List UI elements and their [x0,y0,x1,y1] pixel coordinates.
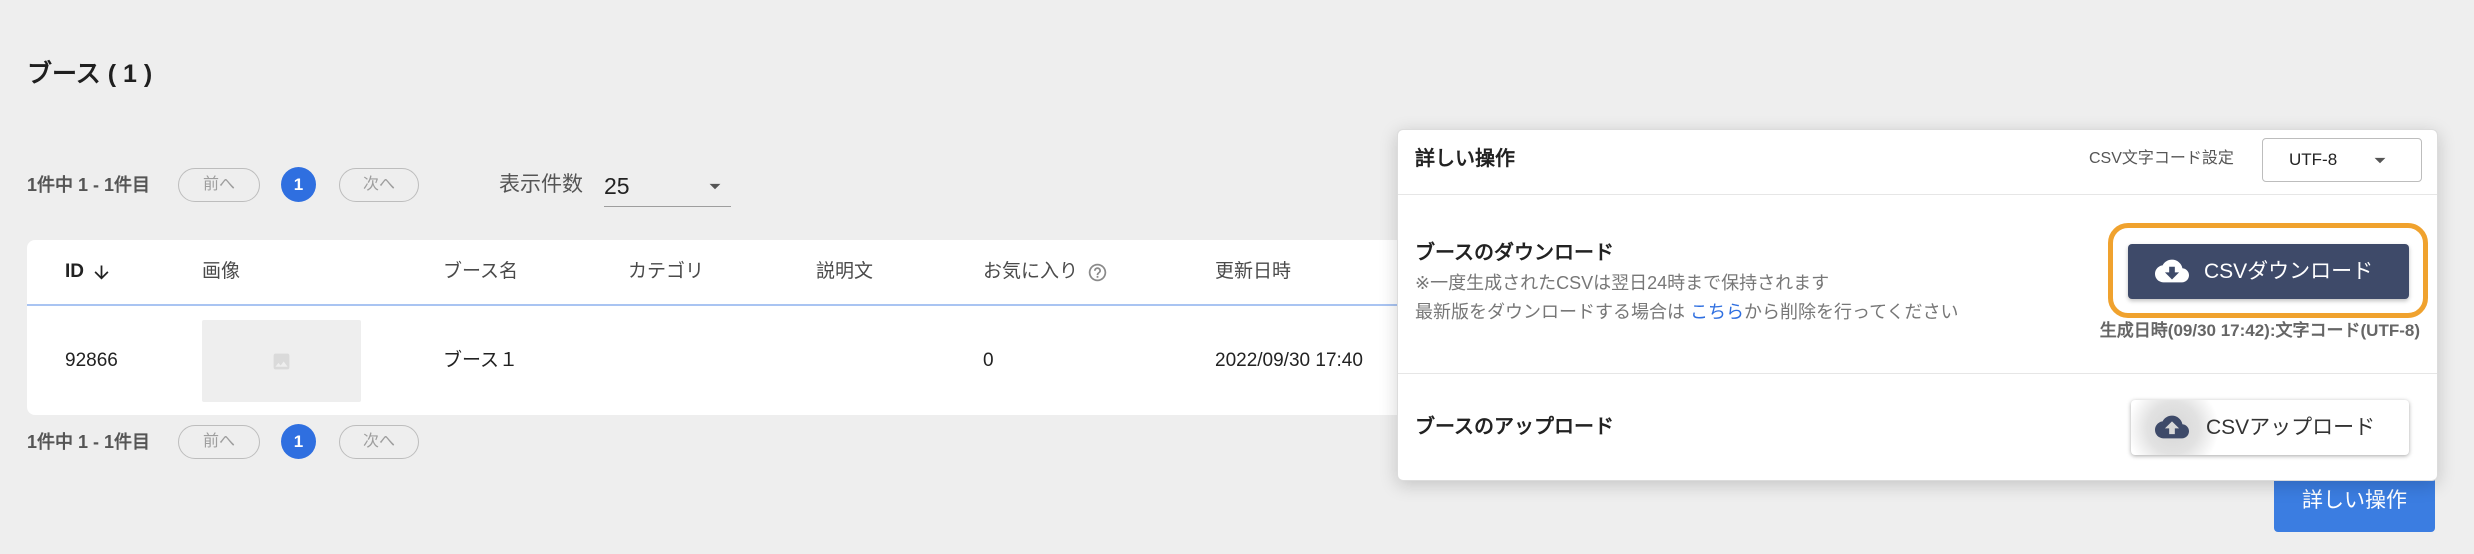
pagination-bottom: 1件中 1 - 1件目 前へ 1 次へ [0,424,780,460]
download-heading: ブースのダウンロード [1415,242,1614,264]
pagination-summary: 1件中 1 - 1件目 [27,175,151,195]
cell-favorites: 0 [983,350,994,371]
caret-down-icon [702,173,728,199]
csv-download-label: CSVダウンロード [2204,260,2374,283]
column-category[interactable]: カテゴリ [628,240,704,304]
divider [1398,373,2437,374]
encoding-value: UTF-8 [2289,150,2338,169]
column-updated-at[interactable]: 更新日時 [1215,240,1291,304]
pagination-summary: 1件中 1 - 1件目 [27,432,151,452]
encoding-select[interactable]: UTF-8 [2262,138,2422,182]
current-page-button[interactable]: 1 [281,424,316,459]
note-prefix: 最新版をダウンロードする場合は [1415,302,1690,322]
csv-upload-button[interactable]: CSVアップロード [2131,400,2409,455]
per-page-label: 表示件数 [499,173,583,196]
details-popup: 詳しい操作 CSV文字コード設定 UTF-8 ブースのダウンロード ※一度生成さ… [1397,129,2438,481]
per-page-select[interactable]: 25 [604,165,731,207]
column-favorites[interactable]: お気に入り [983,240,1078,304]
per-page-value: 25 [604,173,630,199]
cloud-upload-icon [2155,410,2189,444]
help-circle-icon[interactable] [1087,262,1108,283]
cell-updated-at: 2022/09/30 17:40 [1215,350,1363,371]
next-page-button[interactable]: 次へ [339,425,419,459]
cell-id: 92866 [65,350,118,371]
current-page-button[interactable]: 1 [281,167,316,202]
prev-page-button[interactable]: 前へ [178,425,260,459]
column-name[interactable]: ブース名 [443,240,518,304]
column-id[interactable]: ID [65,240,84,304]
cloud-download-icon [2155,254,2189,288]
download-note-refresh: 最新版をダウンロードする場合は こちらから削除を行ってください [1415,300,1959,324]
generated-info: 生成日時(09/30 17:42):文字コード(UTF-8) [2099,321,2420,340]
note-suffix: から削除を行ってください [1744,302,1959,322]
next-page-button[interactable]: 次へ [339,168,419,202]
csv-upload-label: CSVアップロード [2206,416,2376,439]
booth-image-placeholder [202,320,361,402]
delete-link[interactable]: こちら [1690,302,1744,322]
upload-heading: ブースのアップロード [1415,416,1614,438]
column-description[interactable]: 説明文 [816,240,873,304]
download-note-retention: ※一度生成されたCSVは翌日24時まで保持されます [1415,273,1830,293]
divider [1398,194,2437,195]
page-title: ブース ( 1 ) [27,60,153,88]
csv-download-button[interactable]: CSVダウンロード [2128,244,2409,299]
prev-page-button[interactable]: 前へ [178,168,260,202]
encoding-label: CSV文字コード設定 [2089,150,2234,167]
column-image: 画像 [202,261,241,282]
cell-name[interactable]: ブース１ [443,306,518,415]
image-icon [271,351,292,372]
arrow-down-icon[interactable] [91,262,112,283]
caret-down-icon [2367,147,2393,173]
popup-title: 詳しい操作 [1415,148,1515,170]
